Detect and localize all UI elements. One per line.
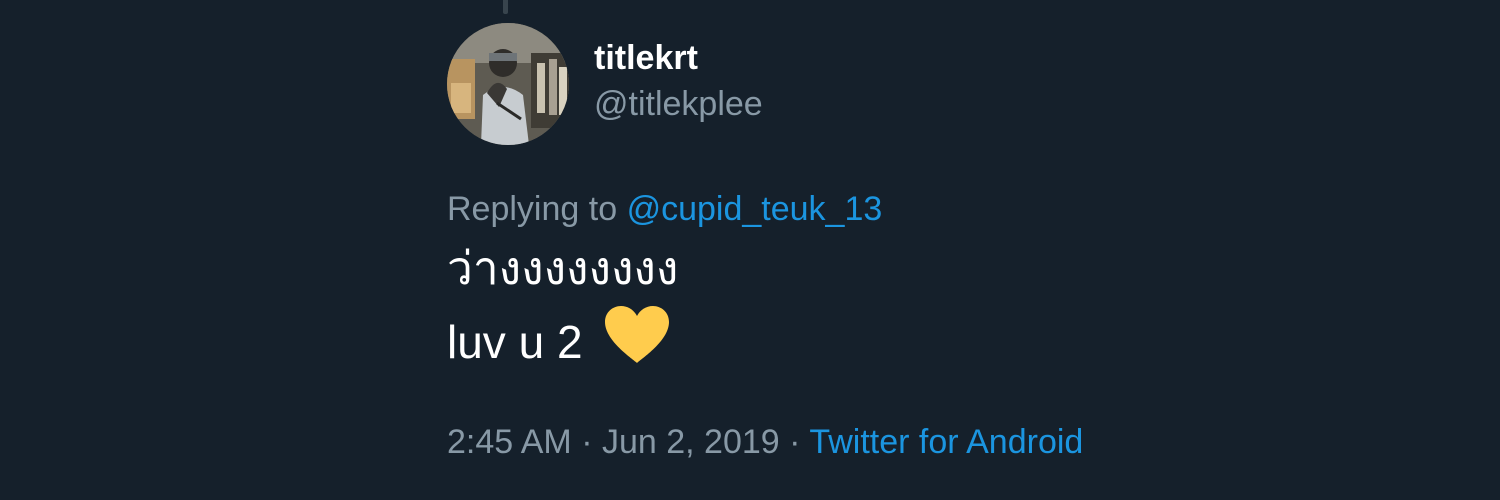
replying-to-line: Replying to @cupid_teuk_13: [447, 187, 1427, 231]
tweet-time[interactable]: 2:45 AM: [447, 423, 572, 461]
thread-connector-line: [503, 0, 508, 14]
tweet-text: ว่างงงงงงงง luv u 2: [447, 235, 1427, 382]
tweet-header: titlekrt @titlekplee: [447, 22, 1427, 146]
tweet-text-line-2-row: luv u 2: [447, 301, 1427, 382]
replying-to-label: Replying to: [447, 190, 618, 228]
tweet-text-line-2: luv u 2: [447, 315, 583, 368]
replying-to-handle-link[interactable]: @cupid_teuk_13: [627, 190, 883, 228]
avatar[interactable]: [447, 23, 569, 145]
author-display-name[interactable]: titlekrt: [594, 36, 763, 80]
tweet-date[interactable]: Jun 2, 2019: [602, 423, 780, 461]
author-handle[interactable]: @titlekplee: [594, 80, 763, 128]
tweet-meta: 2:45 AM · Jun 2, 2019 · Twitter for Andr…: [447, 420, 1427, 464]
tweet: titlekrt @titlekplee Replying to @cupid_…: [447, 22, 1427, 464]
avatar-photo: [447, 23, 569, 145]
meta-separator-1: ·: [581, 423, 593, 461]
author-names: titlekrt @titlekplee: [594, 36, 763, 128]
tweet-text-line-1: ว่างงงงงงงง: [447, 242, 679, 294]
meta-separator-2: ·: [789, 423, 801, 461]
yellow-heart-icon: [603, 305, 671, 382]
tweet-source-link[interactable]: Twitter for Android: [809, 423, 1083, 461]
